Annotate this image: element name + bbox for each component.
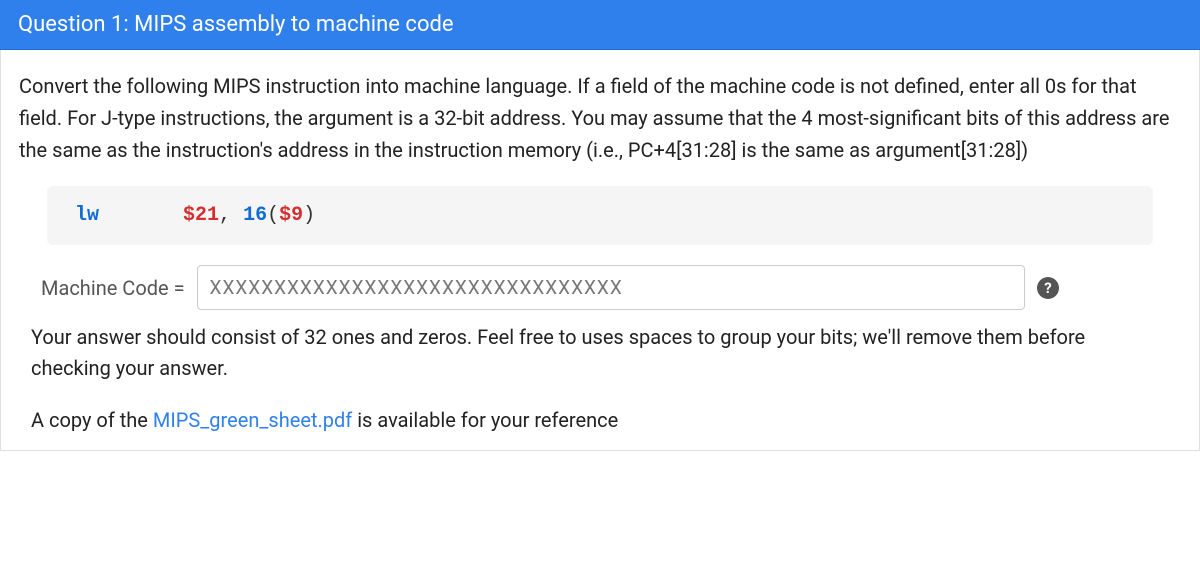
question-header: Question 1: MIPS assembly to machine cod…: [0, 0, 1200, 50]
instruction-text: Convert the following MIPS instruction i…: [19, 70, 1181, 166]
machine-code-input[interactable]: [197, 265, 1025, 310]
code-rs: $9: [279, 204, 303, 227]
code-opcode: lw: [75, 204, 99, 227]
reference-suffix: is available for your reference: [352, 408, 618, 432]
code-spacing: [99, 204, 183, 227]
reference-prefix: A copy of the: [31, 408, 153, 432]
code-lparen: (: [267, 204, 279, 227]
help-icon[interactable]: ?: [1037, 277, 1059, 299]
mips-code-block: lw $21, 16($9): [47, 186, 1153, 245]
reference-link[interactable]: MIPS_green_sheet.pdf: [153, 408, 352, 432]
reference-text: A copy of the MIPS_green_sheet.pdf is av…: [31, 408, 1169, 432]
question-title: Question 1: MIPS assembly to machine cod…: [18, 12, 454, 37]
answer-hint: Your answer should consist of 32 ones an…: [31, 322, 1169, 384]
question-body: Convert the following MIPS instruction i…: [0, 50, 1200, 451]
answer-label: Machine Code =: [31, 276, 185, 300]
code-offset: 16: [243, 204, 267, 227]
answer-row: Machine Code = ?: [31, 265, 1169, 310]
code-comma: ,: [219, 204, 243, 227]
code-rt: $21: [183, 204, 219, 227]
code-rparen: ): [303, 204, 315, 227]
